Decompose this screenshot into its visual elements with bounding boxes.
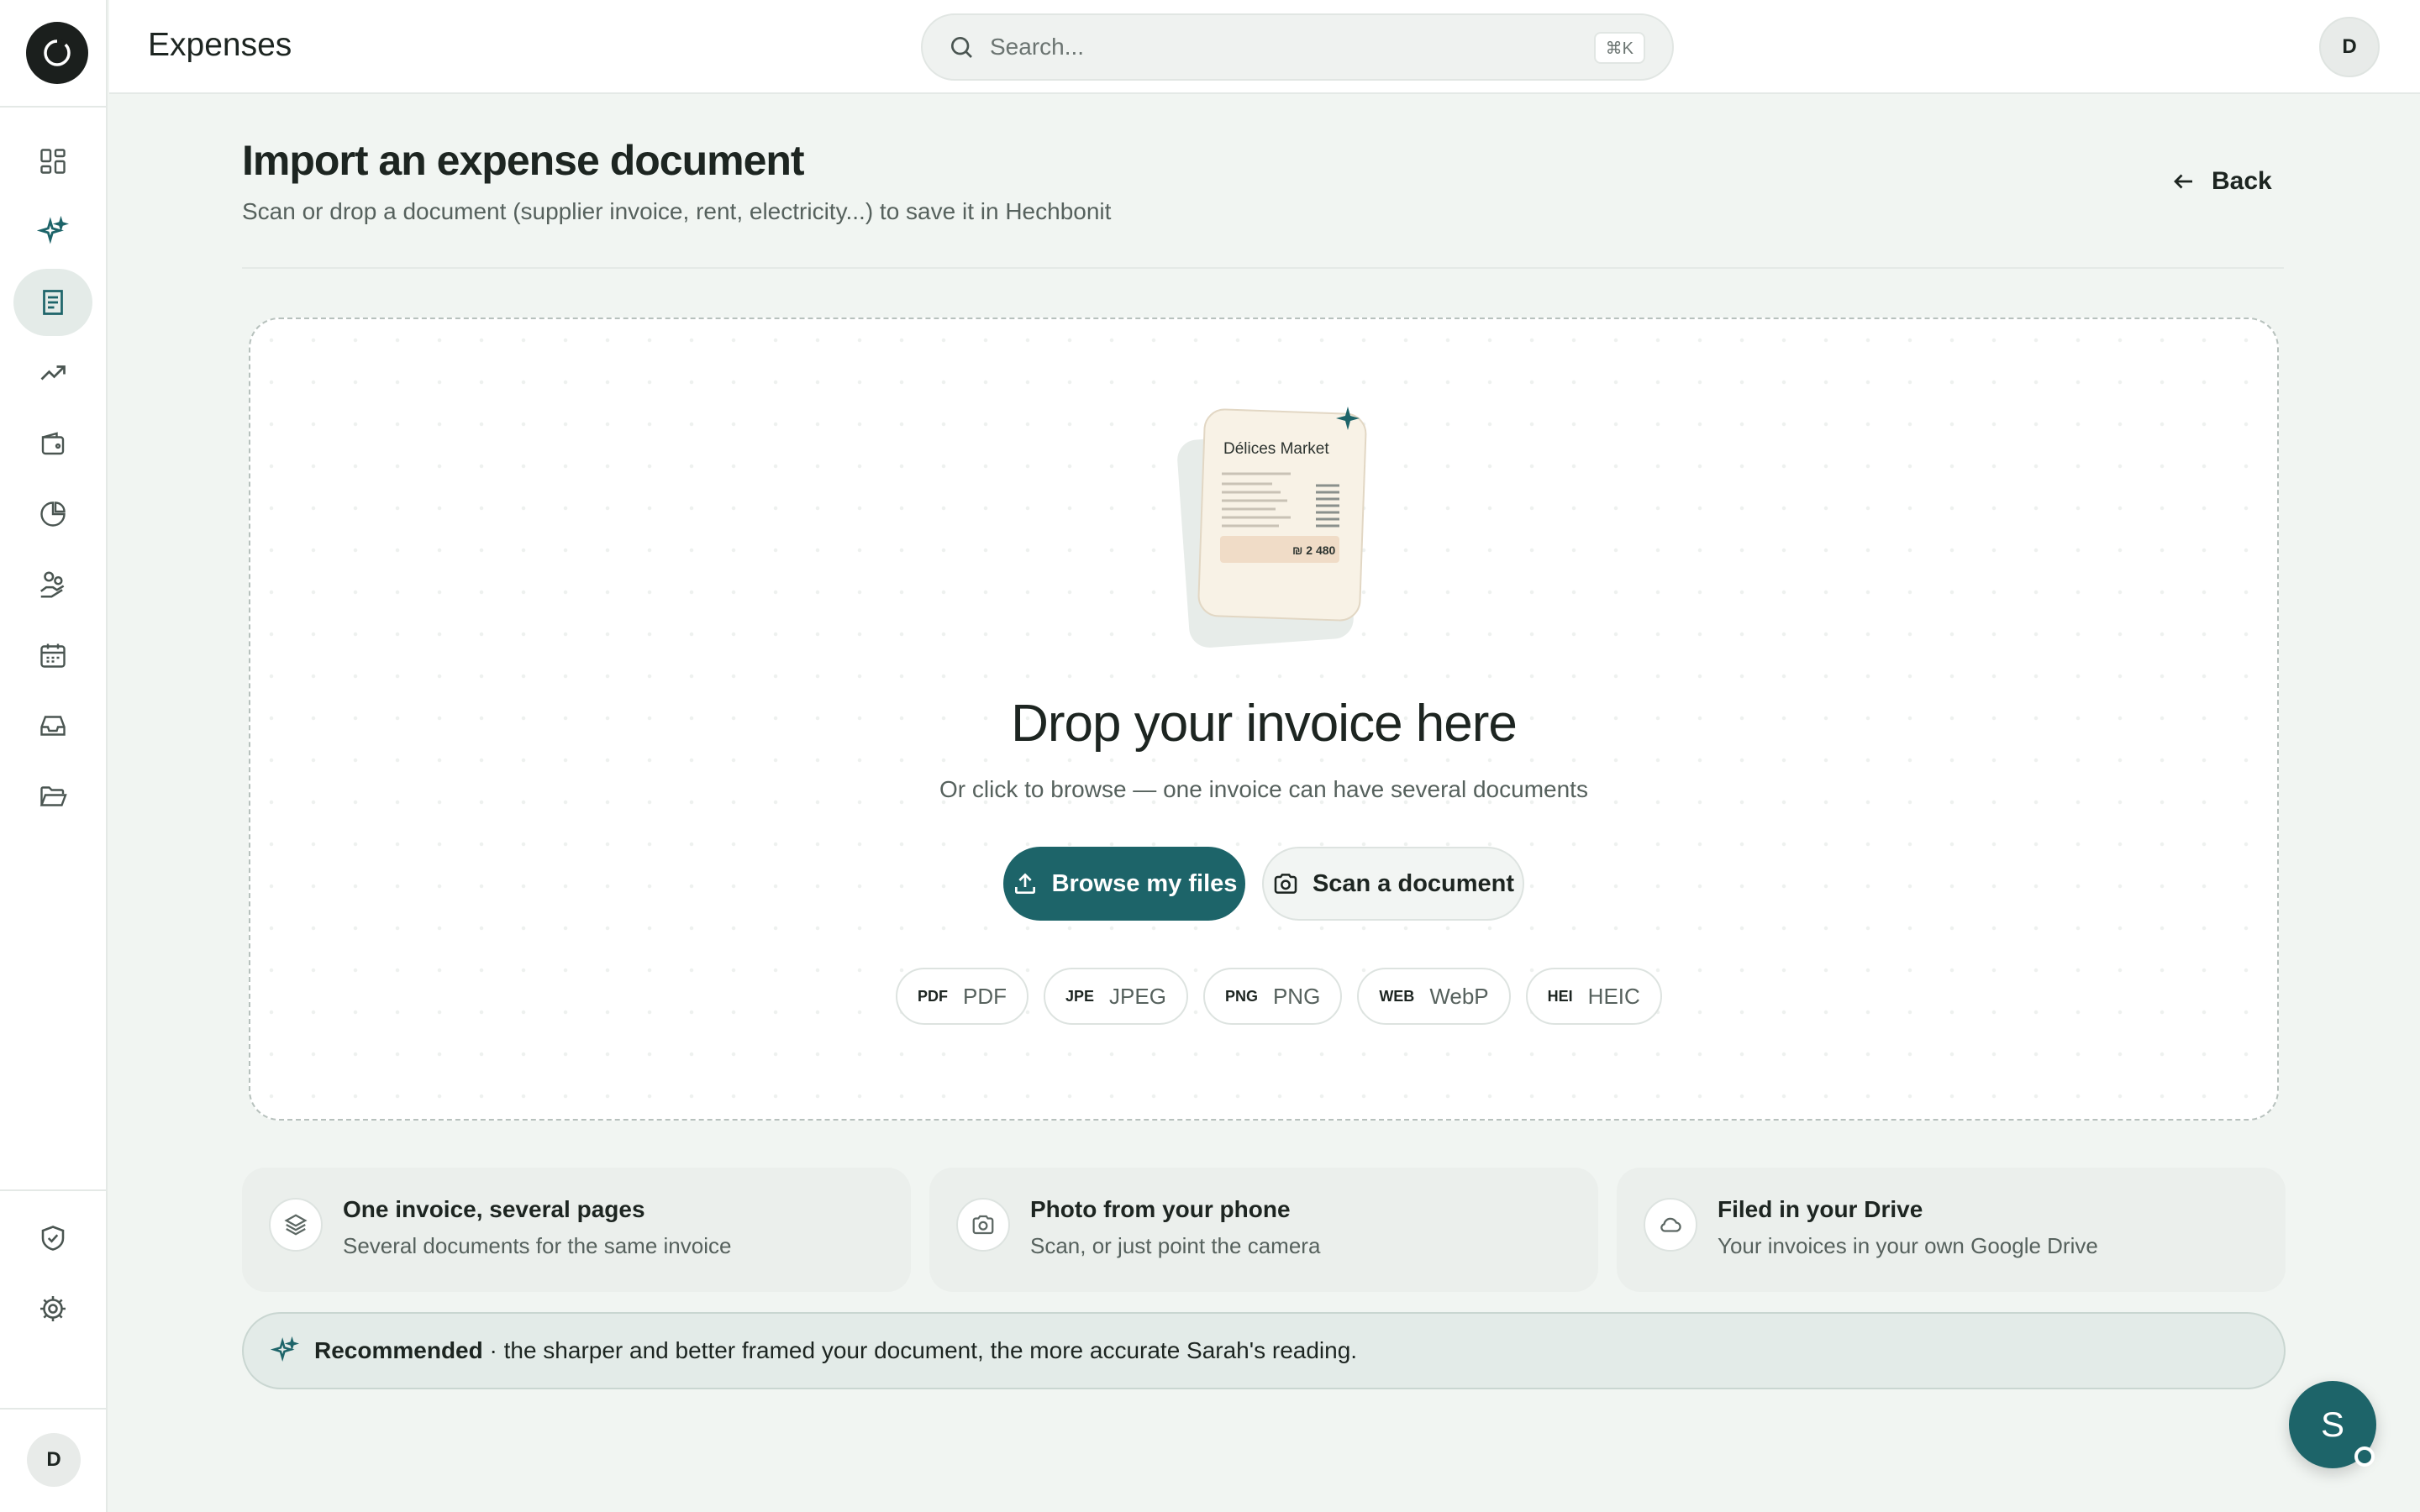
format-label: PDF [963, 983, 1007, 1009]
dashboard-grid-icon [40, 149, 66, 174]
format-badge: WEB [1379, 987, 1415, 1005]
feature-card-drive: Filed in your Drive Your invoices in you… [1617, 1168, 2286, 1292]
format-chip-png: PNG PNG [1202, 968, 1343, 1025]
app-logo[interactable] [26, 22, 88, 84]
feature-title: Photo from your phone [1030, 1196, 1291, 1222]
feature-icon-wrap [269, 1198, 323, 1252]
search-icon [951, 37, 972, 58]
header-divider [242, 267, 2284, 269]
invoice-illustration: Délices Market ₪ 2 480 [1177, 407, 1367, 648]
sidebar-item-security[interactable] [13, 1205, 92, 1272]
format-chip-webp: WEB WebP [1357, 968, 1511, 1025]
scan-document-button[interactable]: Scan a document [1262, 847, 1524, 921]
gear-icon [40, 1296, 66, 1321]
accepted-formats: PDF PDF JPE JPEG PNG PNG WEB WebP HEI HE… [896, 968, 1662, 1025]
sidebar: D [0, 0, 108, 1512]
illustration-amount: ₪ 2 480 [1292, 543, 1336, 557]
sidebar-item-calendar[interactable] [13, 622, 92, 689]
header-title: Expenses [148, 27, 292, 63]
sidebar-item-settings[interactable] [13, 1275, 92, 1342]
illustration-merchant: Délices Market [1223, 440, 1329, 458]
search-shortcut-badge: ⌘K [1593, 32, 1645, 64]
assistant-chat-button[interactable]: S [2289, 1381, 2376, 1468]
dropzone-subtitle: Or click to browse — one invoice can hav… [939, 776, 1588, 802]
online-status-dot [2354, 1446, 2375, 1467]
browse-files-button[interactable]: Browse my files [1003, 847, 1245, 921]
sidebar-item-expenses[interactable] [13, 269, 92, 336]
feature-description: Scan, or just point the camera [1030, 1233, 1321, 1258]
camera-icon [1274, 874, 1297, 894]
feature-description: Your invoices in your own Google Drive [1718, 1233, 2098, 1258]
logo-ring-icon [44, 39, 71, 66]
browse-files-label: Browse my files [1051, 869, 1238, 897]
format-chip-pdf: PDF PDF [896, 968, 1028, 1025]
hand-coins-icon [39, 571, 65, 598]
recommendation-label: Recommended [314, 1337, 483, 1363]
feature-card-multipage: One invoice, several pages Several docum… [242, 1168, 911, 1292]
feature-title: One invoice, several pages [343, 1196, 645, 1222]
format-badge: HEI [1547, 987, 1573, 1005]
scan-document-label: Scan a document [1312, 869, 1515, 897]
format-chip-heic: HEI HEIC [1525, 968, 1662, 1025]
camera-icon [972, 1215, 994, 1235]
wallet-icon [41, 432, 65, 455]
sparkles-icon [37, 216, 69, 244]
search-input[interactable] [990, 34, 1578, 60]
sidebar-user-avatar[interactable]: D [27, 1433, 81, 1487]
sidebar-item-payments[interactable] [13, 551, 92, 618]
sidebar-divider [0, 1189, 108, 1191]
shield-check-icon [41, 1226, 65, 1251]
sidebar-divider [0, 1408, 108, 1410]
format-badge: PDF [918, 987, 948, 1005]
format-label: JPEG [1109, 983, 1166, 1009]
sidebar-item-reports[interactable] [13, 480, 92, 548]
sidebar-divider [0, 106, 108, 108]
feature-icon-wrap [1644, 1198, 1697, 1252]
cloud-icon [1660, 1217, 1681, 1232]
recommendation-banner: Recommended · the sharper and better fra… [242, 1312, 2286, 1389]
format-label: WebP [1429, 983, 1489, 1009]
format-label: HEIC [1587, 983, 1640, 1009]
upload-icon [1014, 873, 1035, 894]
trending-up-icon [40, 365, 66, 381]
layers-icon [284, 1214, 308, 1236]
arrow-left-icon [2174, 174, 2192, 189]
user-avatar[interactable]: D [2319, 17, 2380, 77]
feature-icon-wrap [956, 1198, 1010, 1252]
format-label: PNG [1272, 983, 1321, 1009]
calendar-icon [40, 643, 66, 668]
page-subtitle: Scan or drop a document (supplier invoic… [242, 198, 1112, 224]
sparkles-icon [271, 1336, 299, 1362]
format-badge: PNG [1224, 987, 1258, 1005]
format-badge: JPE [1065, 987, 1095, 1005]
dropzone-title: Drop your invoice here [1011, 695, 1518, 753]
feature-card-phone-photo: Photo from your phone Scan, or just poin… [929, 1168, 1598, 1292]
sidebar-item-dashboard[interactable] [13, 128, 92, 195]
top-header: Expenses ⌘K D [109, 0, 2420, 94]
search-bar[interactable]: ⌘K [921, 13, 1674, 81]
feature-title: Filed in your Drive [1718, 1196, 1923, 1222]
page-title: Import an expense document [242, 137, 805, 184]
back-label: Back [2212, 167, 2272, 195]
sidebar-item-wallet[interactable] [13, 410, 92, 477]
format-chip-jpeg: JPE JPEG [1044, 968, 1188, 1025]
recommendation-text: · the sharper and better framed your doc… [489, 1337, 1358, 1363]
sidebar-item-trends[interactable] [13, 339, 92, 407]
assistant-initial: S [2320, 1404, 2344, 1444]
feature-description: Several documents for the same invoice [343, 1233, 732, 1258]
sidebar-item-assistant[interactable] [13, 198, 92, 265]
pie-chart-icon [40, 501, 66, 527]
back-button[interactable]: Back [2171, 165, 2272, 198]
receipt-document-icon [43, 290, 63, 315]
